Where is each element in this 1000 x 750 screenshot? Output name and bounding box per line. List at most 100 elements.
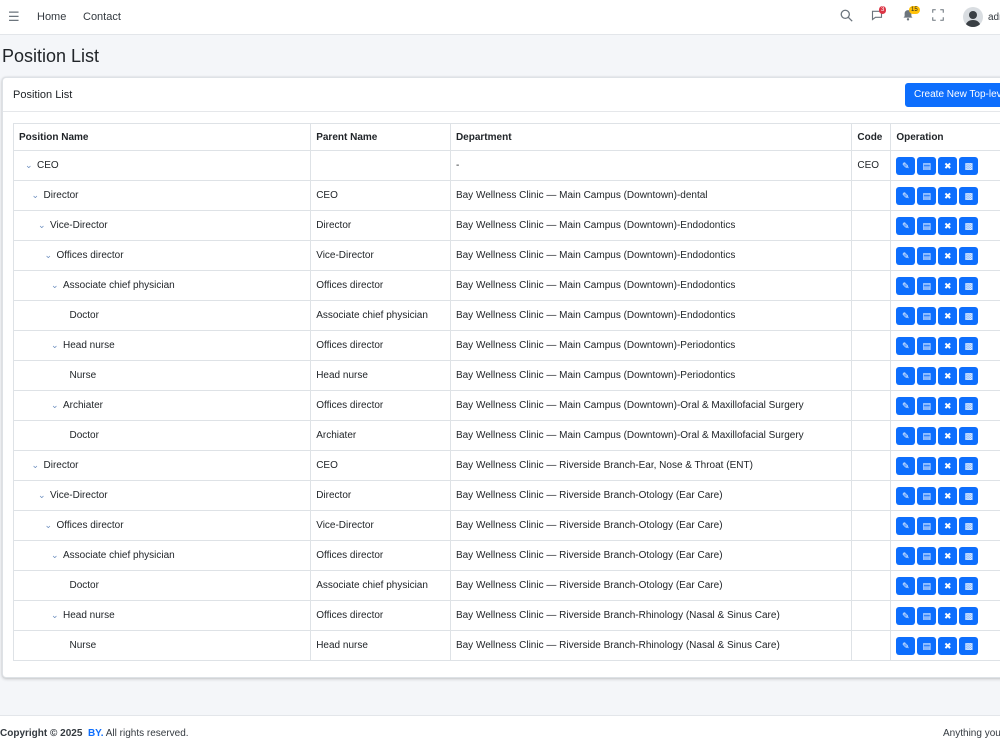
trash-button[interactable]: ✖ [938,606,958,625]
position-name-cell: ⌄ Offices director [12,510,312,541]
file-button[interactable]: ▩ [959,156,979,175]
edit-button[interactable]: ✎ [896,336,916,355]
trash-button[interactable]: ✖ [938,276,958,295]
trash-button[interactable]: ✖ [938,216,958,235]
edit-button[interactable]: ✎ [896,456,916,475]
document-button[interactable]: ▤ [917,396,937,415]
document-button[interactable]: ▤ [917,576,937,595]
trash-button[interactable]: ✖ [938,456,958,475]
expand-caret-icon[interactable]: ⌄ [32,190,44,201]
file-button[interactable]: ▩ [959,246,979,265]
file-button[interactable]: ▩ [959,366,979,385]
document-button[interactable]: ▤ [917,636,937,655]
document-button[interactable]: ▤ [917,456,937,475]
expand-caret-icon[interactable]: ⌄ [38,490,50,501]
operation-cell: ✎ ▤ ✖ ▩ [890,600,1000,631]
edit-button[interactable]: ✎ [896,636,916,655]
messages-icon[interactable]: 3 [871,6,887,24]
edit-button[interactable]: ✎ [896,486,916,505]
expand-caret-icon[interactable]: ⌄ [51,550,63,561]
nav-home-link[interactable]: Home [37,11,66,23]
edit-button[interactable]: ✎ [896,576,916,595]
trash-button[interactable]: ✖ [938,366,958,385]
file-button[interactable]: ▩ [959,216,979,235]
expand-caret-icon[interactable]: ⌄ [51,400,63,411]
file-button[interactable]: ▩ [959,186,979,205]
expand-caret-icon[interactable]: ⌄ [45,250,57,261]
edit-button[interactable]: ✎ [896,216,916,235]
edit-button[interactable]: ✎ [896,606,916,625]
expand-caret-icon[interactable]: ⌄ [45,520,57,531]
menu-toggle-icon[interactable]: ☰ [8,10,20,23]
fullscreen-icon[interactable] [932,9,944,24]
file-button[interactable]: ▩ [959,636,979,655]
file-button[interactable]: ▩ [959,576,979,595]
document-button[interactable]: ▤ [917,156,937,175]
file-button[interactable]: ▩ [959,456,979,475]
file-button[interactable]: ▩ [959,606,979,625]
expand-caret-icon[interactable]: ⌄ [38,220,50,231]
brand-link[interactable]: BY. [88,728,104,739]
document-button[interactable]: ▤ [917,306,937,325]
edit-button[interactable]: ✎ [896,366,916,385]
document-button[interactable]: ▤ [917,246,937,265]
trash-button[interactable]: ✖ [938,426,958,445]
edit-button[interactable]: ✎ [896,426,916,445]
file-button[interactable]: ▩ [959,486,979,505]
file-icon: ▩ [964,640,974,651]
document-icon: ▤ [922,580,932,591]
parent-name-cell: Vice-Director [310,510,451,541]
document-button[interactable]: ▤ [917,516,937,535]
trash-button[interactable]: ✖ [938,246,958,265]
expand-caret-icon[interactable]: ⌄ [32,460,44,471]
edit-button[interactable]: ✎ [896,276,916,295]
trash-button[interactable]: ✖ [938,306,958,325]
edit-button[interactable]: ✎ [896,516,916,535]
document-button[interactable]: ▤ [917,336,937,355]
file-button[interactable]: ▩ [959,546,979,565]
trash-button[interactable]: ✖ [938,516,958,535]
file-button[interactable]: ▩ [959,336,979,355]
file-button[interactable]: ▩ [959,306,979,325]
file-button[interactable]: ▩ [959,396,979,415]
user-avatar[interactable] [963,7,983,27]
trash-button[interactable]: ✖ [938,486,958,505]
edit-button[interactable]: ✎ [896,396,916,415]
search-icon[interactable] [840,9,853,25]
edit-button[interactable]: ✎ [896,156,916,175]
trash-button[interactable]: ✖ [938,546,958,565]
expand-caret-icon[interactable]: ⌄ [25,160,37,171]
trash-button[interactable]: ✖ [938,396,958,415]
edit-button[interactable]: ✎ [896,306,916,325]
trash-icon: ✖ [944,310,952,321]
username-label[interactable]: adr [988,12,1000,23]
document-button[interactable]: ▤ [917,186,937,205]
trash-button[interactable]: ✖ [938,636,958,655]
edit-button[interactable]: ✎ [896,186,916,205]
document-button[interactable]: ▤ [917,486,937,505]
expand-caret-icon[interactable]: ⌄ [51,610,63,621]
trash-button[interactable]: ✖ [938,186,958,205]
notifications-icon[interactable]: 15 [902,6,920,24]
expand-caret-icon[interactable]: ⌄ [51,340,63,351]
operation-cell: ✎ ▤ ✖ ▩ [890,570,1000,601]
document-icon: ▤ [922,640,932,651]
edit-icon: ✎ [902,430,910,441]
document-button[interactable]: ▤ [917,546,937,565]
document-button[interactable]: ▤ [917,216,937,235]
document-button[interactable]: ▤ [917,606,937,625]
file-button[interactable]: ▩ [959,426,979,445]
expand-caret-icon[interactable]: ⌄ [51,280,63,291]
create-top-level-button[interactable]: Create New Top-level [905,83,1000,107]
edit-button[interactable]: ✎ [896,546,916,565]
document-button[interactable]: ▤ [917,426,937,445]
document-button[interactable]: ▤ [917,276,937,295]
file-button[interactable]: ▩ [959,516,979,535]
nav-contact-link[interactable]: Contact [83,11,121,23]
file-button[interactable]: ▩ [959,276,979,295]
trash-button[interactable]: ✖ [938,156,958,175]
trash-button[interactable]: ✖ [938,336,958,355]
trash-button[interactable]: ✖ [938,576,958,595]
edit-button[interactable]: ✎ [896,246,916,265]
document-button[interactable]: ▤ [917,366,937,385]
